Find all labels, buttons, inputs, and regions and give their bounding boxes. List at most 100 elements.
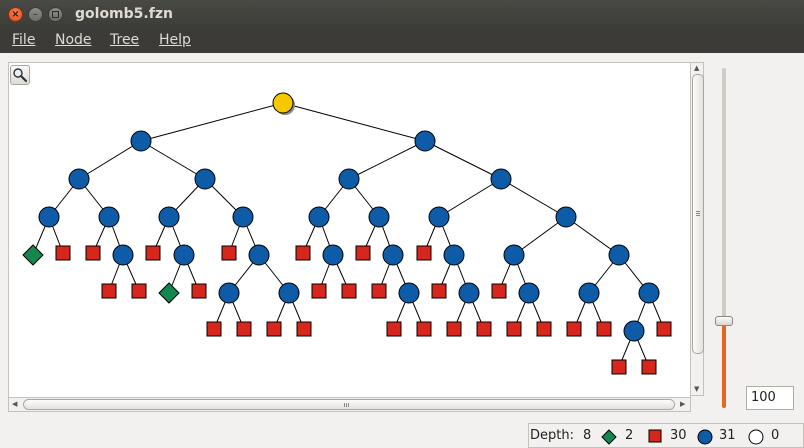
failed-node[interactable] [55, 245, 71, 261]
choice-node[interactable] [414, 130, 436, 152]
failed-node[interactable] [85, 245, 101, 261]
failed-node[interactable] [416, 245, 432, 261]
choice-node[interactable] [382, 244, 404, 266]
open-circle-icon [748, 429, 764, 445]
zoom-slider-fill [722, 321, 726, 408]
choice-node[interactable] [368, 206, 390, 228]
failed-node[interactable] [476, 321, 492, 337]
choice-node[interactable] [608, 244, 630, 266]
title-bar: × – golomb5.fzn [0, 0, 804, 30]
choice-node[interactable] [503, 244, 525, 266]
choice-node[interactable] [638, 282, 660, 304]
failed-node[interactable] [341, 283, 357, 299]
choice-node[interactable] [578, 282, 600, 304]
zoom-to-fit-button[interactable] [10, 65, 30, 85]
failed-node[interactable] [145, 245, 161, 261]
failed-node[interactable] [431, 283, 447, 299]
horizontal-scroll-thumb[interactable] [23, 399, 675, 410]
minimize-icon[interactable]: – [28, 7, 43, 22]
menu-file[interactable]: File [12, 32, 35, 48]
scroll-right-icon[interactable]: ▶ [680, 400, 685, 408]
choice-node[interactable] [130, 130, 152, 152]
menu-help[interactable]: Help [159, 32, 191, 48]
failed-node[interactable] [536, 321, 552, 337]
failed-square-icon [648, 429, 662, 443]
choice-node[interactable] [194, 168, 216, 190]
failed-node[interactable] [596, 321, 612, 337]
choice-node[interactable] [555, 206, 577, 228]
choice-node[interactable] [458, 282, 480, 304]
failed-node[interactable] [371, 283, 387, 299]
horizontal-scrollbar[interactable]: ◀ ▶ [8, 397, 691, 412]
search-tree-canvas[interactable] [8, 62, 691, 398]
choice-node[interactable] [490, 168, 512, 190]
failed-node[interactable] [506, 321, 522, 337]
failed-count: 30 [670, 428, 687, 443]
choice-node[interactable] [158, 206, 180, 228]
choice-count: 31 [719, 428, 736, 443]
solved-diamond-icon [601, 429, 617, 445]
failed-node[interactable] [416, 321, 432, 337]
choice-node[interactable] [338, 168, 360, 190]
scroll-down-icon[interactable]: ▼ [694, 385, 699, 393]
menu-node[interactable]: Node [55, 32, 92, 48]
failed-node[interactable] [611, 359, 627, 375]
solved-node[interactable] [158, 282, 180, 304]
failed-node[interactable] [641, 359, 657, 375]
maximize-icon[interactable] [48, 7, 63, 22]
choice-node[interactable] [248, 244, 270, 266]
scroll-up-icon[interactable]: ▲ [694, 64, 699, 72]
choice-node[interactable] [308, 206, 330, 228]
choice-node[interactable] [232, 206, 254, 228]
zoom-slider-handle[interactable] [715, 316, 733, 326]
failed-node[interactable] [131, 283, 147, 299]
open-count: 0 [771, 428, 780, 443]
failed-node[interactable] [355, 245, 371, 261]
failed-node[interactable] [101, 283, 117, 299]
choice-node[interactable] [98, 206, 120, 228]
choice-node[interactable] [322, 244, 344, 266]
choice-node[interactable] [428, 206, 450, 228]
magnifier-icon [13, 68, 28, 83]
choice-node[interactable] [623, 320, 645, 342]
failed-node[interactable] [266, 321, 282, 337]
vertical-scrollbar[interactable]: ▲ ▼ [690, 62, 704, 396]
failed-node[interactable] [491, 283, 507, 299]
window-title: golomb5.fzn [75, 6, 173, 22]
choice-circle-icon [697, 429, 713, 445]
choice-node[interactable] [38, 206, 60, 228]
scroll-left-icon[interactable]: ◀ [12, 400, 17, 408]
vertical-scroll-thumb[interactable] [692, 74, 704, 354]
depth-value: 8 [583, 428, 592, 443]
choice-node[interactable] [398, 282, 420, 304]
failed-node[interactable] [311, 283, 327, 299]
menu-tree[interactable]: Tree [110, 32, 139, 48]
choice-node[interactable] [218, 282, 240, 304]
choice-node[interactable] [278, 282, 300, 304]
zoom-value-input[interactable]: 100 [746, 386, 794, 410]
failed-node[interactable] [221, 245, 237, 261]
choice-node[interactable] [112, 244, 134, 266]
solved-count: 2 [625, 428, 634, 443]
failed-node[interactable] [295, 245, 311, 261]
failed-node[interactable] [386, 321, 402, 337]
failed-node[interactable] [656, 321, 672, 337]
failed-node[interactable] [191, 283, 207, 299]
choice-node[interactable] [443, 244, 465, 266]
choice-node[interactable] [518, 282, 540, 304]
failed-node[interactable] [566, 321, 582, 337]
search-tree [22, 92, 672, 375]
failed-node[interactable] [446, 321, 462, 337]
root-node[interactable] [272, 92, 294, 114]
solved-node[interactable] [22, 244, 44, 266]
choice-node[interactable] [173, 244, 195, 266]
close-icon[interactable]: × [8, 7, 23, 22]
menu-bar: File Node Tree Help [0, 30, 804, 53]
failed-node[interactable] [296, 321, 312, 337]
depth-label: Depth: [530, 428, 574, 443]
failed-node[interactable] [236, 321, 252, 337]
zoom-slider[interactable] [715, 68, 733, 410]
choice-node[interactable] [68, 168, 90, 190]
failed-node[interactable] [206, 321, 222, 337]
status-bar: Depth: 8 2 30 31 0 [528, 423, 804, 448]
